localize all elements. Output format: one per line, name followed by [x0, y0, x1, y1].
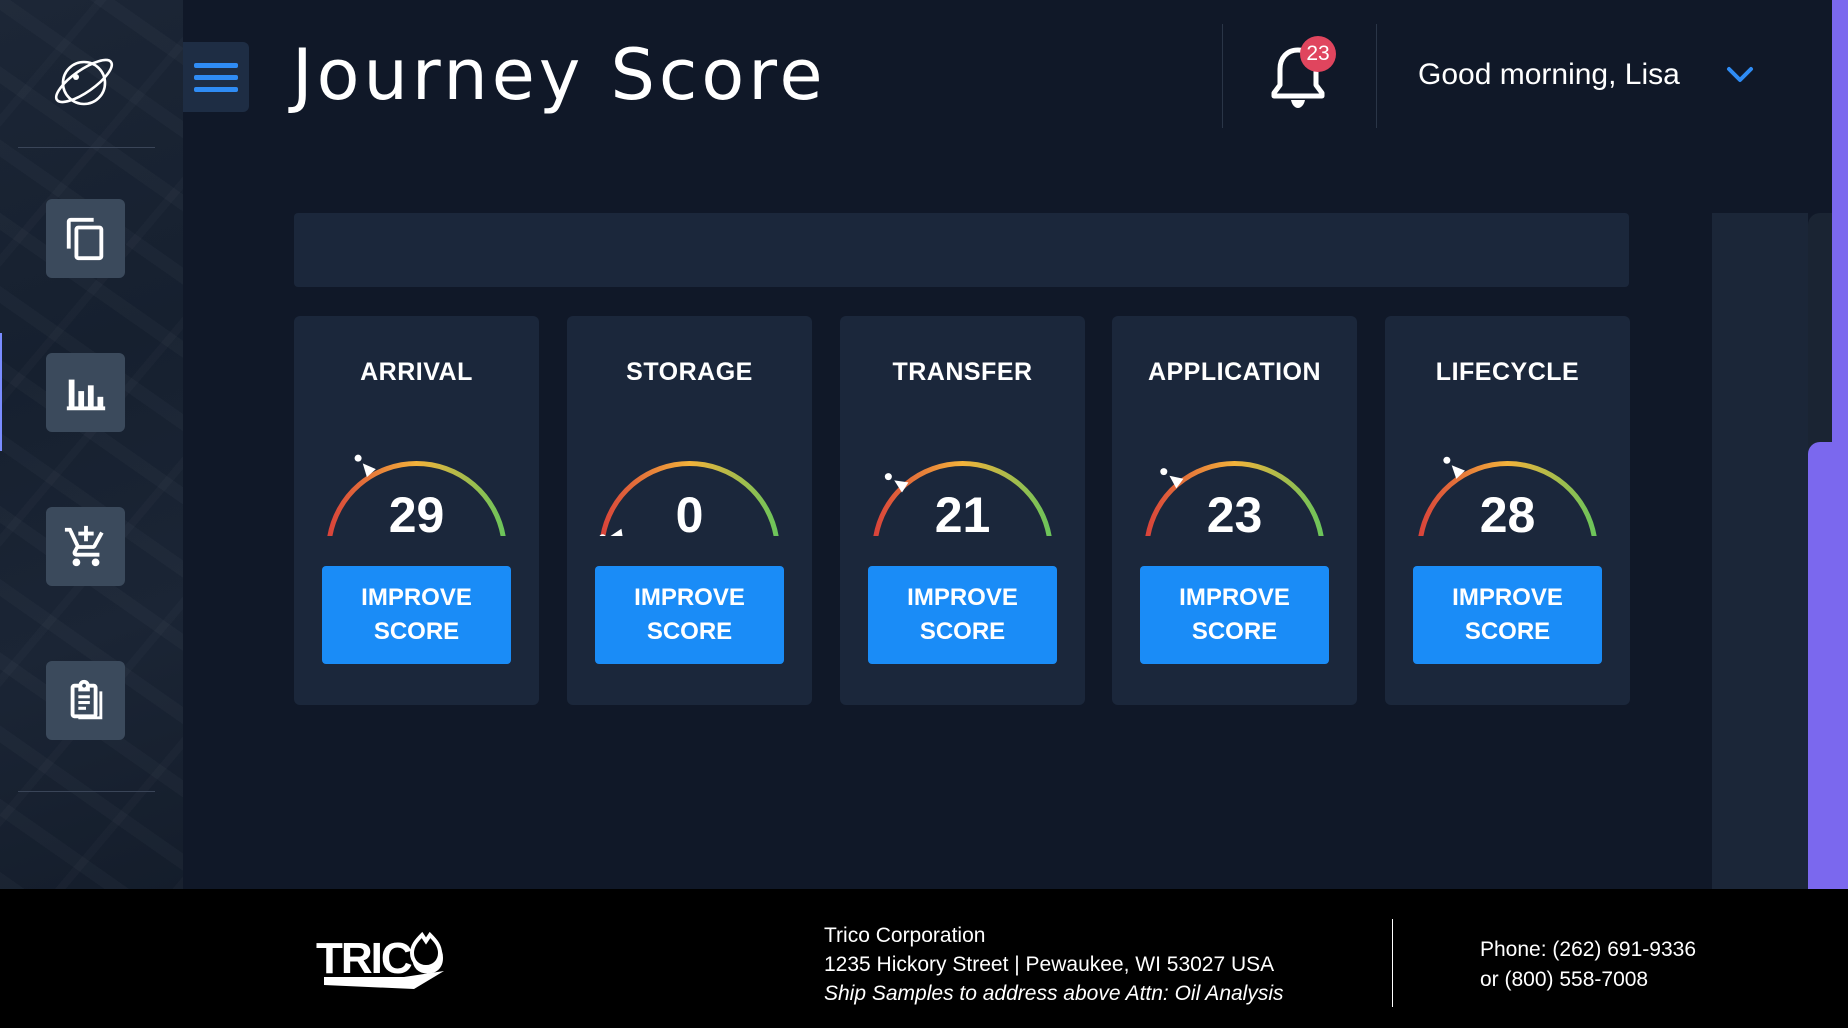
bar-chart-icon: [66, 379, 105, 410]
button-label-line2: SCORE: [919, 618, 1006, 645]
footer: TRICO Trico Corporation 1235 Hickory Str…: [0, 889, 1848, 1028]
right-panel: [1712, 213, 1808, 889]
sidebar-divider-top: [18, 147, 155, 148]
menu-line: [194, 86, 238, 92]
user-greeting[interactable]: Good morning, Lisa: [1418, 58, 1680, 92]
button-label-line1: IMPROVE: [361, 584, 472, 611]
improve-score-button[interactable]: IMPROVE SCORE: [322, 566, 511, 664]
button-label-line1: IMPROVE: [1452, 584, 1563, 611]
score-value: 23: [1206, 487, 1263, 543]
improve-score-button[interactable]: IMPROVE SCORE: [1413, 566, 1602, 664]
scrollbar-thumb[interactable]: [1808, 442, 1832, 889]
sidebar-item-order[interactable]: [46, 507, 125, 586]
score-value: 28: [1479, 487, 1536, 543]
gauge-marker-dot: [884, 473, 892, 481]
sidebar-item-reports[interactable]: [46, 353, 125, 432]
sidebar-divider-bottom: [18, 791, 155, 792]
notification-badge: 23: [1300, 36, 1336, 72]
header-separator: [1222, 24, 1223, 128]
improve-score-button[interactable]: IMPROVE SCORE: [868, 566, 1057, 664]
gauge-marker-dot: [1443, 456, 1451, 464]
page-title: Journey Score: [292, 34, 827, 116]
street-address: 1235 Hickory Street | Pewaukee, WI 53027…: [824, 953, 1275, 976]
score-value: 21: [934, 487, 991, 543]
score-card-application: APPLICATION 23 IMPROVE SCORE: [1112, 316, 1357, 705]
menu-line: [194, 74, 238, 80]
hamburger-menu-button[interactable]: [183, 42, 249, 112]
score-card-storage: STORAGE 0 IMPROVE SCORE: [567, 316, 812, 705]
gauge-marker-dot: [1160, 468, 1168, 476]
gauge-marker-dot: [354, 454, 362, 462]
score-card-lifecycle: LIFECYCLE 28 IMPROVE SCORE: [1385, 316, 1630, 705]
shipping-note: Ship Samples to address above Attn: Oil …: [824, 982, 1284, 1005]
sidebar-item-clipboard[interactable]: [46, 661, 125, 740]
footer-separator: [1392, 919, 1393, 1007]
page-scrollbar[interactable]: [1832, 0, 1848, 889]
improve-score-button[interactable]: IMPROVE SCORE: [595, 566, 784, 664]
header-separator: [1376, 24, 1377, 128]
score-card-transfer: TRANSFER 21 IMPROVE SCORE: [840, 316, 1085, 705]
phone-primary[interactable]: Phone: (262) 691-9336: [1480, 935, 1696, 965]
card-title: TRANSFER: [892, 358, 1033, 386]
planet-logo-icon[interactable]: [50, 47, 118, 115]
sidebar: [0, 0, 183, 889]
phone-secondary[interactable]: or (800) 558-7008: [1480, 965, 1696, 995]
improve-score-button[interactable]: IMPROVE SCORE: [1140, 566, 1329, 664]
score-card-arrival: ARRIVAL 29 IMPROVE SCORE: [294, 316, 539, 705]
button-label-line1: IMPROVE: [907, 584, 1018, 611]
chevron-down-icon[interactable]: [1725, 64, 1755, 86]
sidebar-item-documents[interactable]: [46, 199, 125, 278]
add-cart-icon: [64, 525, 104, 566]
trico-logo: TRICO: [316, 931, 446, 989]
score-value: 29: [388, 487, 445, 543]
button-label-line2: SCORE: [646, 618, 733, 645]
card-title: APPLICATION: [1147, 358, 1322, 386]
copy-icon: [66, 217, 103, 260]
card-title: ARRIVAL: [360, 358, 473, 386]
menu-line: [194, 62, 238, 68]
sidebar-active-indicator: [0, 333, 2, 451]
button-label-line2: SCORE: [373, 618, 460, 645]
card-title: STORAGE: [626, 358, 753, 386]
app-root: Journey Score 23 Good morning, Lisa ARRI…: [0, 0, 1848, 1028]
button-label-line2: SCORE: [1464, 618, 1551, 645]
company-name: Trico Corporation: [824, 924, 986, 947]
score-value: 0: [675, 487, 704, 543]
footer-phone: Phone: (262) 691-9336 or (800) 558-7008: [1480, 935, 1696, 995]
info-banner: [294, 213, 1629, 287]
clipboard-icon: [70, 679, 102, 719]
card-title: LIFECYCLE: [1435, 358, 1580, 386]
footer-address: Trico Corporation 1235 Hickory Street | …: [824, 921, 1284, 1008]
button-label-line1: IMPROVE: [1179, 584, 1290, 611]
button-label-line1: IMPROVE: [634, 584, 745, 611]
button-label-line2: SCORE: [1191, 618, 1278, 645]
